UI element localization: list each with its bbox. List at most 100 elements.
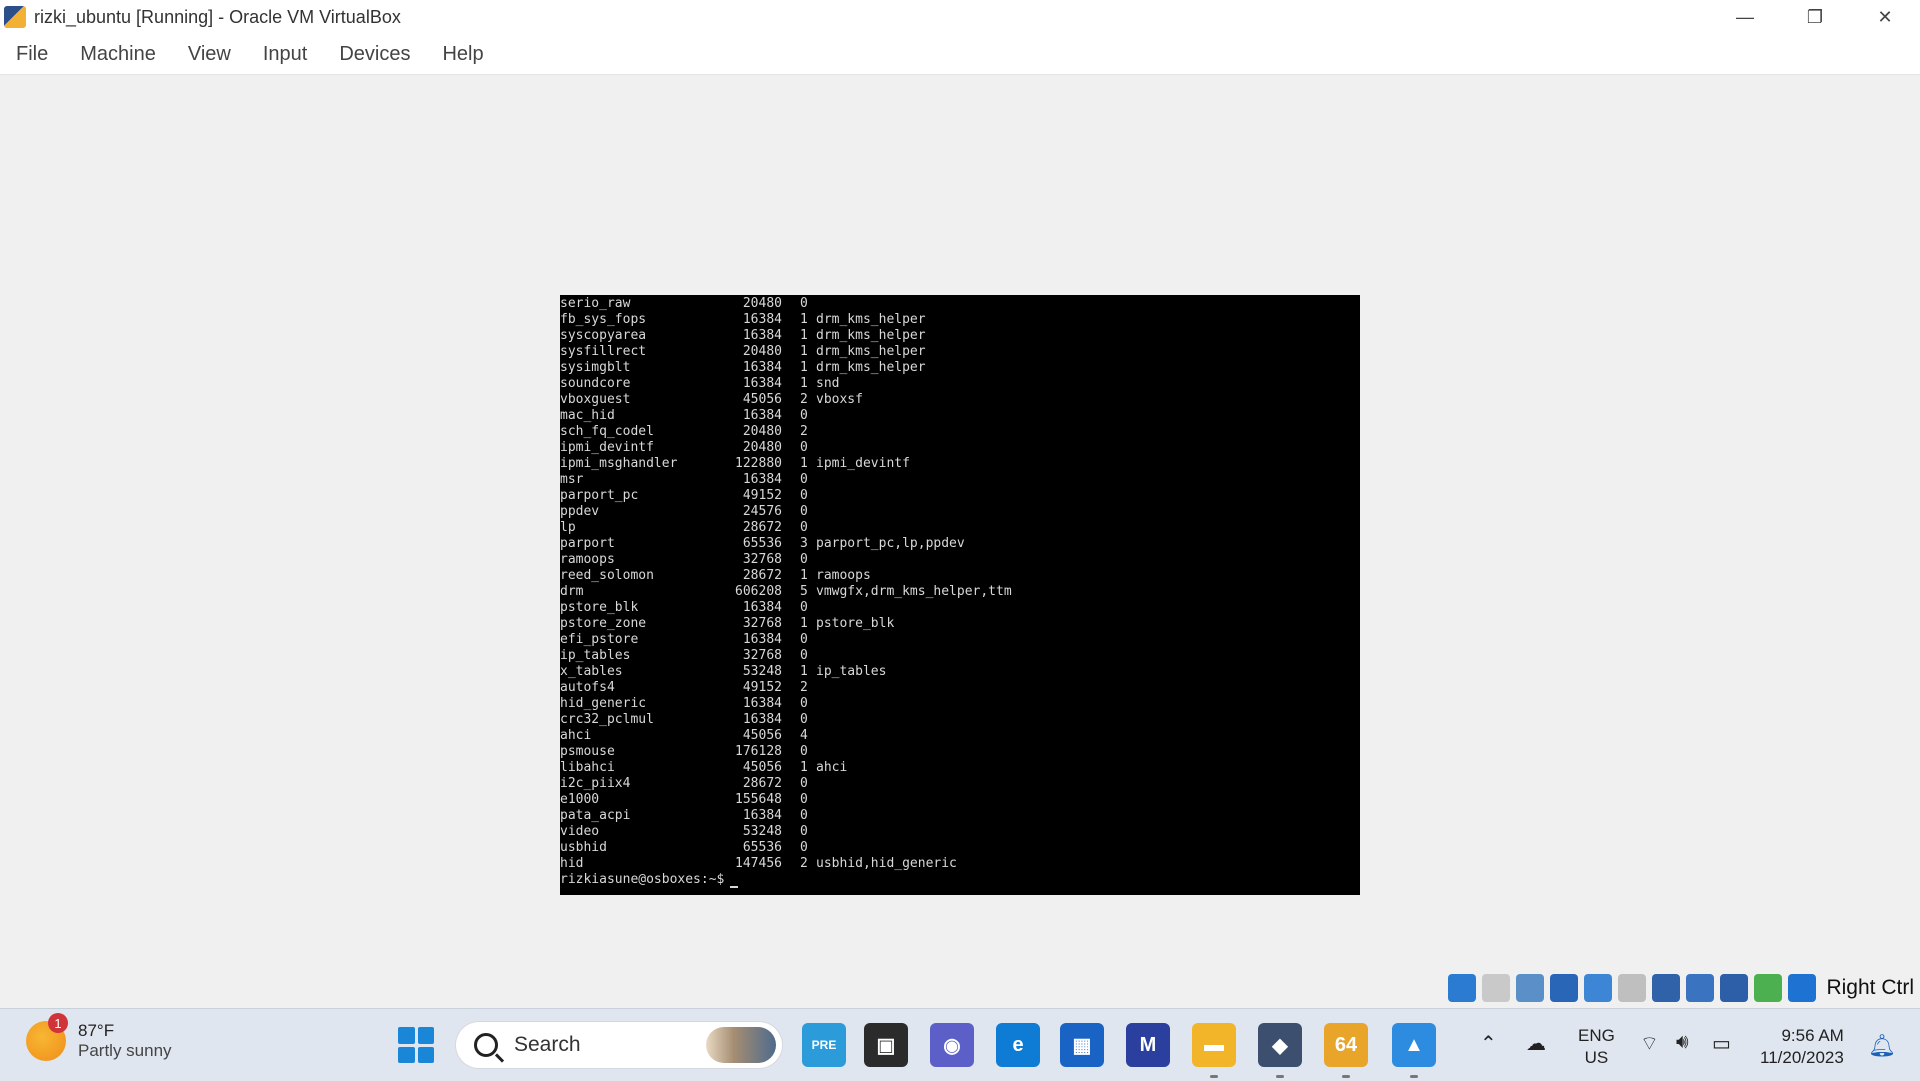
module-used-count: 4 bbox=[800, 728, 808, 743]
module-used-count: 0 bbox=[800, 712, 808, 727]
optical-drive-icon[interactable] bbox=[1482, 974, 1511, 1002]
module-used-count: 2 bbox=[800, 856, 808, 871]
network-icon[interactable] bbox=[1550, 974, 1579, 1002]
module-used-count: 1 bbox=[800, 664, 808, 679]
photos-icon[interactable]: ▲ bbox=[1392, 1023, 1436, 1067]
minimize-button[interactable]: — bbox=[1710, 0, 1780, 34]
lsmod-row: hid 147456 2 usbhid,hid_generic bbox=[560, 856, 1360, 872]
weather-widget[interactable]: 1 87°F Partly sunny bbox=[26, 1013, 172, 1061]
lsmod-row: lp 28672 0 bbox=[560, 520, 1360, 536]
module-used-count: 0 bbox=[800, 520, 808, 535]
vm-window-icon[interactable]: 64 bbox=[1324, 1023, 1368, 1067]
windows-logo-pane bbox=[417, 1027, 434, 1044]
shell-prompt-line[interactable]: rizkiasune@osboxes:~$ bbox=[560, 872, 1360, 888]
chat-icon[interactable]: ◉ bbox=[930, 1023, 974, 1067]
module-size: 20480 bbox=[742, 296, 782, 311]
lsmod-row: x_tables 53248 1 ip_tables bbox=[560, 664, 1360, 680]
onedrive-offline-icon[interactable]: ☁ bbox=[1526, 1031, 1546, 1056]
volume-icon[interactable]: 🔊︎ bbox=[1676, 1031, 1689, 1054]
display-icon[interactable] bbox=[1652, 974, 1681, 1002]
module-name: soundcore bbox=[560, 376, 631, 391]
restore-button[interactable]: ❐ bbox=[1780, 0, 1850, 34]
module-used-count: 1 bbox=[800, 760, 808, 775]
close-button[interactable]: ✕ bbox=[1850, 0, 1920, 34]
copilot-preview-icon[interactable]: PRE bbox=[802, 1023, 846, 1067]
lsmod-row: soundcore 16384 1 snd bbox=[560, 376, 1360, 392]
recording-icon[interactable] bbox=[1686, 974, 1715, 1002]
start-button[interactable] bbox=[398, 1027, 434, 1063]
module-size: 65536 bbox=[742, 840, 782, 855]
module-name: vboxguest bbox=[560, 392, 631, 407]
module-used-by: vboxsf bbox=[816, 392, 863, 407]
lsmod-row: ipmi_devintf 20480 0 bbox=[560, 440, 1360, 456]
module-name: ip_tables bbox=[560, 648, 631, 663]
lsmod-row: reed_solomon 28672 1 ramoops bbox=[560, 568, 1360, 584]
host-key-label: Right Ctrl bbox=[1826, 976, 1914, 999]
module-used-count: 0 bbox=[800, 840, 808, 855]
battery-icon[interactable]: ▭ bbox=[1712, 1031, 1731, 1056]
module-used-count: 0 bbox=[800, 440, 808, 455]
module-used-count: 1 bbox=[800, 568, 808, 583]
module-used-count: 2 bbox=[800, 392, 808, 407]
wifi-icon[interactable]: ⌔ bbox=[1640, 1031, 1659, 1056]
module-used-count: 0 bbox=[800, 648, 808, 663]
vm-display-area[interactable]: serio_raw 20480 0 fb_sys_fops 16384 1 drm_kms_… bbox=[0, 75, 1920, 1005]
menu-input[interactable]: Input bbox=[247, 43, 323, 66]
system-clock[interactable]: 9:56 AM 11/20/2023 bbox=[1760, 1025, 1844, 1069]
lsmod-row: autofs4 49152 2 bbox=[560, 680, 1360, 696]
text-cursor bbox=[730, 886, 739, 888]
module-size: 16384 bbox=[742, 472, 782, 487]
lsmod-row: sysimgblt 16384 1 drm_kms_helper bbox=[560, 360, 1360, 376]
search-placeholder: Search bbox=[514, 1033, 581, 1056]
virtualbox-icon[interactable]: ◆ bbox=[1258, 1023, 1302, 1067]
taskbar-search-box[interactable]: Search bbox=[456, 1022, 782, 1068]
shared-folders-icon[interactable] bbox=[1618, 974, 1647, 1002]
module-name: pstore_blk bbox=[560, 600, 639, 615]
menu-devices[interactable]: Devices bbox=[323, 43, 426, 66]
menu-view[interactable]: View bbox=[172, 43, 247, 66]
lsmod-row: psmouse 176128 0 bbox=[560, 744, 1360, 760]
language-indicator[interactable]: ENG US bbox=[1578, 1025, 1615, 1069]
module-name: sch_fq_codel bbox=[560, 424, 654, 439]
weather-notification-badge: 1 bbox=[48, 1013, 68, 1033]
lsmod-row: ip_tables 32768 0 bbox=[560, 648, 1360, 664]
module-name: syscopyarea bbox=[560, 328, 647, 343]
file-explorer-icon[interactable]: ▬ bbox=[1192, 1023, 1236, 1067]
menu-machine[interactable]: Machine bbox=[64, 43, 172, 66]
vm-terminal-screen[interactable]: serio_raw 20480 0 fb_sys_fops 16384 1 drm_kms_… bbox=[560, 295, 1360, 895]
module-name: parport_pc bbox=[560, 488, 639, 503]
store-icon[interactable]: ▦ bbox=[1060, 1023, 1104, 1067]
module-used-count: 0 bbox=[800, 552, 808, 567]
module-name: ahci bbox=[560, 728, 592, 743]
module-name: autofs4 bbox=[560, 680, 615, 695]
cpu-icon[interactable] bbox=[1720, 974, 1749, 1002]
audio-icon[interactable] bbox=[1516, 974, 1545, 1002]
weather-temperature: 87°F bbox=[78, 1021, 115, 1040]
partly-sunny-icon: 1 bbox=[26, 1013, 68, 1061]
module-name: video bbox=[560, 824, 600, 839]
menu-help[interactable]: Help bbox=[426, 43, 499, 66]
virtualbox-manager-icon[interactable]: M bbox=[1126, 1023, 1170, 1067]
menu-file[interactable]: File bbox=[0, 43, 64, 66]
usb-icon[interactable] bbox=[1584, 974, 1613, 1002]
hard-disk-icon[interactable] bbox=[1448, 974, 1477, 1002]
window-title: rizki_ubuntu [Running] - Oracle VM Virtu… bbox=[34, 6, 401, 27]
module-used-by: drm_kms_helper bbox=[816, 344, 926, 359]
keyboard-capture-icon[interactable] bbox=[1788, 974, 1817, 1002]
module-used-by: drm_kms_helper bbox=[816, 312, 926, 327]
lsmod-output: serio_raw 20480 0 fb_sys_fops 16384 1 drm_kms_… bbox=[560, 295, 1360, 872]
edge-icon[interactable]: e bbox=[996, 1023, 1040, 1067]
module-name: hid bbox=[560, 856, 584, 871]
lsmod-row: crc32_pclmul 16384 0 bbox=[560, 712, 1360, 728]
notification-bell-icon[interactable]: 🔔︎ bbox=[1868, 1033, 1896, 1059]
module-size: 20480 bbox=[742, 440, 782, 455]
windows-logo-pane bbox=[398, 1046, 415, 1063]
mouse-integration-icon[interactable] bbox=[1754, 974, 1783, 1002]
module-used-count: 0 bbox=[800, 808, 808, 823]
task-view-icon[interactable]: ▣ bbox=[864, 1023, 908, 1067]
show-hidden-icons-chevron-icon[interactable]: ⌃ bbox=[1480, 1031, 1497, 1056]
module-size: 45056 bbox=[742, 760, 782, 775]
module-size: 176128 bbox=[735, 744, 782, 759]
module-name: pata_acpi bbox=[560, 808, 631, 823]
module-name: lp bbox=[560, 520, 576, 535]
